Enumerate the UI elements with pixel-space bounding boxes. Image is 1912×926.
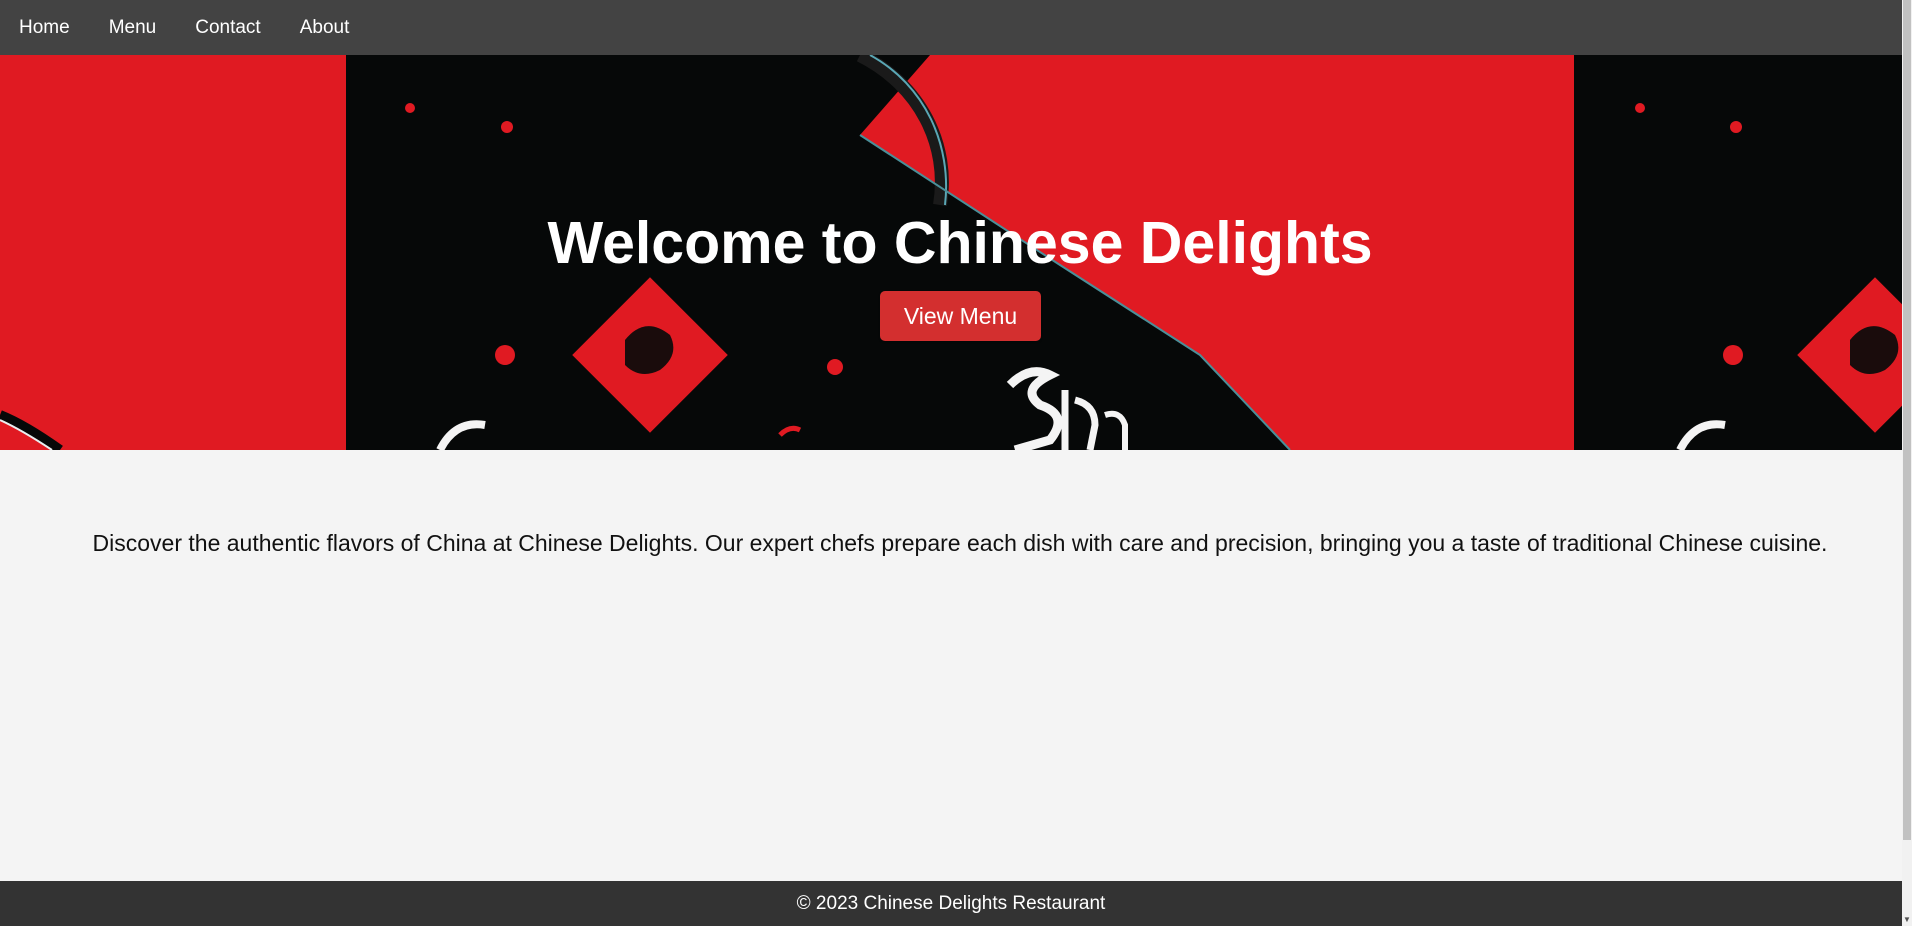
nav-link-contact[interactable]: Contact <box>195 0 260 55</box>
top-navbar: Home Menu Contact About <box>0 0 1902 55</box>
vertical-scrollbar[interactable]: ▼ <box>1902 0 1912 926</box>
nav-link-menu[interactable]: Menu <box>109 0 157 55</box>
scroll-down-arrow-icon[interactable]: ▼ <box>1902 916 1912 924</box>
intro-text: Discover the authentic flavors of China … <box>92 530 1828 556</box>
hero-title: Welcome to Chinese Delights <box>547 210 1373 276</box>
hero-banner: Welcome to Chinese Delights View Menu <box>0 55 1902 450</box>
view-menu-button[interactable]: View Menu <box>880 291 1041 341</box>
footer: © 2023 Chinese Delights Restaurant <box>0 881 1902 926</box>
nav-link-about[interactable]: About <box>300 0 350 55</box>
footer-copyright: © 2023 Chinese Delights Restaurant <box>796 892 1106 914</box>
page: Home Menu Contact About Welcome to Chine… <box>0 0 1912 926</box>
scrollbar-thumb[interactable] <box>1903 0 1911 840</box>
nav-link-home[interactable]: Home <box>19 0 70 55</box>
